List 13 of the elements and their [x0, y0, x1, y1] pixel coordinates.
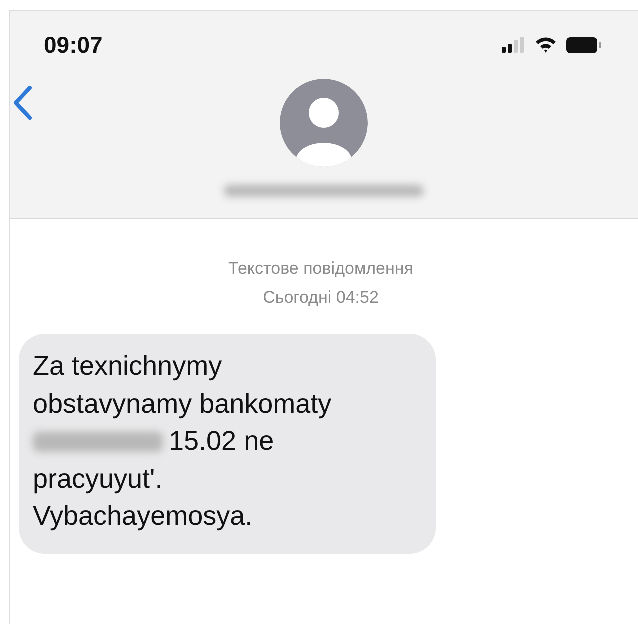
message-text: obstavynamy bankomaty — [33, 388, 332, 421]
message-text: 15.02 ne — [169, 425, 274, 458]
back-icon[interactable] — [12, 85, 34, 121]
avatar-icon[interactable] — [280, 79, 368, 167]
wifi-icon — [534, 36, 558, 54]
message-text: Vybachayemosya. — [33, 500, 253, 533]
message-text: Za texnichnymy — [33, 350, 222, 383]
message-text: pracyuyut'. — [33, 462, 163, 496]
signal-icon — [502, 37, 526, 53]
battery-icon — [566, 36, 602, 54]
message-type-label: Текстове повідомлення — [228, 258, 414, 280]
message-timestamp: Сьогодні 04:52 — [263, 287, 379, 309]
status-time: 09:07 — [44, 32, 103, 58]
